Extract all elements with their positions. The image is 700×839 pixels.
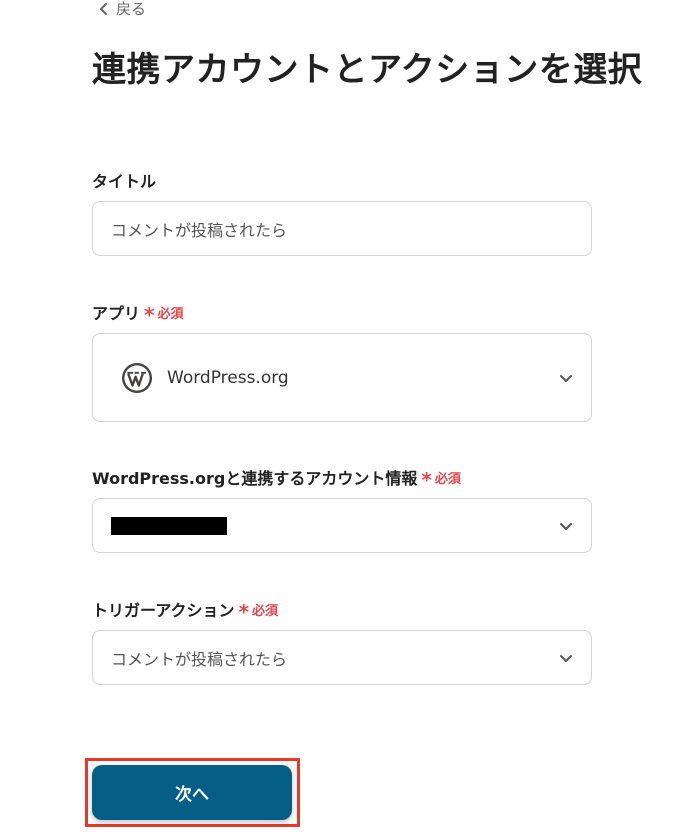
- back-link[interactable]: 戻る: [98, 0, 146, 19]
- trigger-select-value: コメントが投稿されたら: [111, 649, 288, 669]
- title-input[interactable]: コメントが投稿されたら: [92, 201, 592, 256]
- required-text: 必須: [434, 471, 461, 487]
- required-text: 必須: [157, 306, 184, 322]
- trigger-select[interactable]: コメントが投稿されたら: [92, 630, 592, 685]
- app-field-label: アプリ * 必須: [92, 300, 184, 327]
- wordpress-logo-icon: [122, 362, 152, 393]
- required-badge: * 必須: [421, 468, 461, 492]
- trigger-label-text: トリガーアクション: [92, 601, 235, 620]
- trigger-field-label: トリガーアクション * 必須: [92, 597, 279, 624]
- account-select[interactable]: [92, 498, 592, 553]
- back-label: 戻る: [116, 0, 147, 18]
- chevron-left-icon: [100, 2, 107, 15]
- app-select-value: WordPress.org: [167, 367, 289, 388]
- title-field-label: タイトル: [92, 168, 156, 192]
- title-label-text: タイトル: [92, 172, 157, 191]
- title-input-value: コメントが投稿されたら: [111, 220, 288, 240]
- chevron-down-icon: [560, 374, 572, 382]
- app-label-text: アプリ: [92, 304, 141, 323]
- required-text: 必須: [252, 603, 279, 619]
- account-label-text: WordPress.orgと連携するアカウント情報: [92, 469, 418, 488]
- chevron-down-icon: [560, 654, 572, 662]
- redacted-account-value: [111, 516, 227, 535]
- required-badge: * 必須: [144, 303, 184, 327]
- required-badge: * 必須: [238, 600, 279, 624]
- next-button[interactable]: 次へ: [92, 765, 292, 820]
- chevron-down-icon: [560, 522, 572, 530]
- account-field-label: WordPress.orgと連携するアカウント情報 * 必須: [92, 465, 461, 492]
- page-title: 連携アカウントとアクションを選択: [92, 50, 643, 90]
- app-select[interactable]: WordPress.org: [92, 333, 592, 422]
